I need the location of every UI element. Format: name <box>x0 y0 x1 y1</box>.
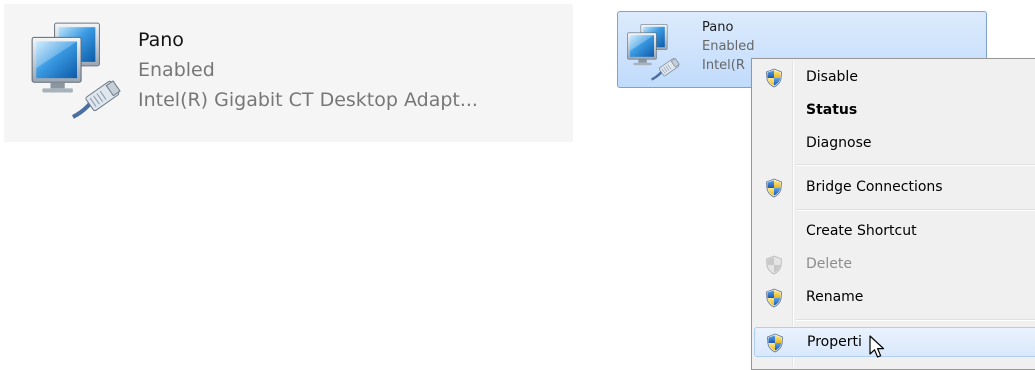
mouse-pointer-icon <box>869 335 885 358</box>
menu-item-status[interactable]: Status <box>754 96 1035 126</box>
menu-separator <box>796 209 1035 211</box>
menu-item-label: Properti <box>807 334 862 350</box>
menu-item-label: Bridge Connections <box>806 179 943 195</box>
menu-item-rename[interactable]: Rename <box>754 283 1035 313</box>
adapter-status: Enabled <box>138 59 215 81</box>
menu-item-disable[interactable]: Disable <box>754 63 1035 93</box>
network-adapter-icon <box>624 21 684 83</box>
menu-separator <box>796 319 1035 321</box>
adapter-text-block: Pano Enabled Intel(R) Gigabit CT Desktop… <box>138 25 478 115</box>
menu-item-label: Diagnose <box>806 135 872 151</box>
menu-item-bridge-connections[interactable]: Bridge Connections <box>754 173 1035 203</box>
menu-item-label: Delete <box>806 256 852 272</box>
uac-shield-icon <box>764 68 784 88</box>
adapter-status: Enabled <box>702 39 755 54</box>
menu-item-delete: Delete <box>754 250 1035 280</box>
adapter-name: Pano <box>138 29 184 51</box>
network-adapter-icon <box>26 18 128 122</box>
adapter-device: Intel(R <box>702 58 745 73</box>
menu-item-label: Rename <box>806 289 864 305</box>
menu-item-label: Disable <box>806 69 858 85</box>
adapter-text-block: Pano Enabled Intel(R <box>702 18 755 75</box>
adapter-name: Pano <box>702 20 734 35</box>
menu-item-diagnose[interactable]: Diagnose <box>754 129 1035 159</box>
menu-item-label: Status <box>806 102 858 118</box>
left-adapter-panel: Pano Enabled Intel(R) Gigabit CT Desktop… <box>4 4 573 142</box>
menu-separator <box>796 164 1035 166</box>
menu-item-properties[interactable]: Properti <box>754 327 1035 357</box>
uac-shield-icon <box>764 288 784 308</box>
uac-shield-icon <box>765 333 785 353</box>
uac-shield-icon <box>764 255 784 275</box>
context-menu: Disable Status Diagnose Bridge Connectio… <box>751 58 1035 370</box>
menu-item-label: Create Shortcut <box>806 223 917 239</box>
menu-item-create-shortcut[interactable]: Create Shortcut <box>754 217 1035 247</box>
uac-shield-icon <box>764 178 784 198</box>
adapter-device: Intel(R) Gigabit CT Desktop Adapt... <box>138 89 478 111</box>
